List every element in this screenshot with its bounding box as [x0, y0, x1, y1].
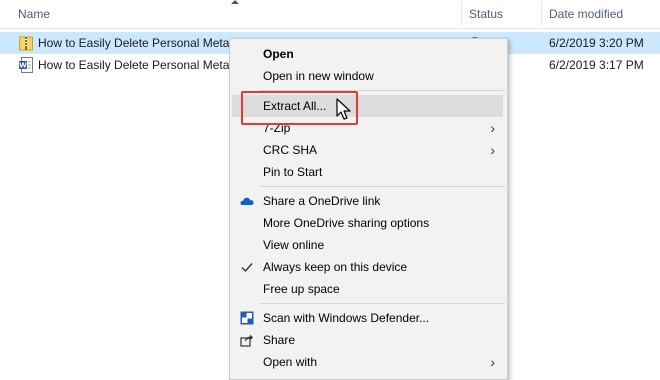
menu-separator [260, 186, 505, 187]
menu-item-label: Share [263, 333, 296, 347]
column-divider[interactable] [461, 2, 462, 26]
menu-item-free-up-space[interactable]: Free up space [230, 278, 507, 300]
menu-item-view-online[interactable]: View online [230, 234, 507, 256]
menu-item-share[interactable]: Share [230, 329, 507, 351]
column-header: Name Status Date modified [0, 0, 660, 29]
menu-item-pin-to-start[interactable]: Pin to Start [230, 161, 507, 183]
context-menu: Open Open in new window Extract All... 7… [229, 38, 508, 380]
menu-item-label: More OneDrive sharing options [263, 216, 430, 230]
menu-item-crc-sha[interactable]: CRC SHA › [230, 139, 507, 161]
onedrive-cloud-icon [240, 197, 254, 205]
mouse-cursor-icon [336, 98, 351, 120]
zip-folder-icon [19, 36, 33, 51]
menu-item-label: Share a OneDrive link [263, 194, 381, 208]
menu-item-label: View online [263, 238, 325, 252]
file-name: How to Easily Delete Personal Metad [38, 36, 230, 50]
column-name[interactable]: Name [18, 0, 50, 28]
sort-up-icon[interactable] [231, 0, 239, 4]
windows-defender-icon [240, 311, 254, 325]
menu-item-more-onedrive-options[interactable]: More OneDrive sharing options [230, 212, 507, 234]
chevron-right-icon: › [490, 354, 495, 370]
file-date: 6/2/2019 3:17 PM [549, 58, 644, 72]
menu-item-label: Scan with Windows Defender... [263, 311, 430, 325]
file-name: How to Easily Delete Personal Metad [38, 58, 230, 72]
column-date-modified[interactable]: Date modified [549, 0, 623, 28]
menu-item-label: CRC SHA [263, 143, 318, 157]
menu-item-open-with[interactable]: Open with › [230, 351, 507, 373]
menu-item-label: Open [263, 47, 294, 61]
menu-item-label: Always keep on this device [263, 260, 408, 274]
chevron-right-icon: › [490, 142, 495, 158]
menu-item-label: Open with [263, 355, 318, 369]
column-status[interactable]: Status [469, 0, 503, 28]
menu-item-always-keep[interactable]: Always keep on this device [230, 256, 507, 278]
file-date: 6/2/2019 3:20 PM [549, 36, 644, 50]
svg-text:W: W [19, 62, 27, 70]
menu-item-scan-defender[interactable]: Scan with Windows Defender... [230, 307, 507, 329]
column-divider[interactable] [541, 2, 542, 26]
checkmark-icon [241, 263, 253, 273]
chevron-right-icon: › [490, 120, 495, 136]
word-document-icon: W [19, 57, 33, 73]
menu-item-label: Free up space [263, 282, 340, 296]
menu-item-open[interactable]: Open [230, 43, 507, 65]
menu-separator [260, 303, 505, 304]
menu-item-label: Pin to Start [263, 165, 323, 179]
share-icon [240, 334, 253, 347]
menu-item-open-new-window[interactable]: Open in new window [230, 65, 507, 87]
menu-item-label: Open in new window [263, 69, 374, 83]
menu-item-share-onedrive-link[interactable]: Share a OneDrive link [230, 190, 507, 212]
